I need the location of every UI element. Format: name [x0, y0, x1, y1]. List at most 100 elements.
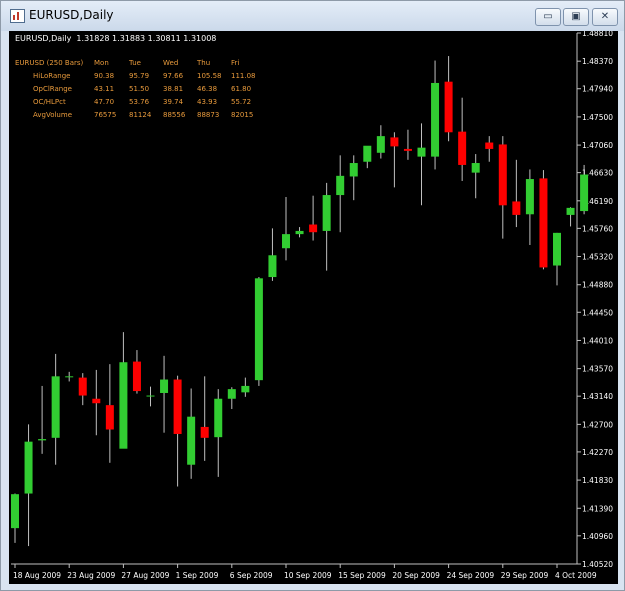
candle [78, 373, 87, 406]
candle [160, 355, 169, 433]
candle-body-bull [336, 175, 345, 196]
stats-cell: 38.81 [163, 85, 184, 93]
time-axis: 18 Aug 2009 23 Aug 2009 27 Aug 2009 1 Sep 2… [11, 563, 597, 580]
candle [146, 386, 155, 407]
candle-body-bull [431, 82, 440, 157]
candle-body-bull [38, 439, 47, 441]
candle [92, 369, 101, 436]
stats-cell: 39.74 [163, 98, 184, 106]
price-tick-label: 1.42270 [582, 448, 613, 457]
candle [132, 350, 141, 394]
candle-body-bear [498, 144, 507, 206]
stats-row-label: OpClRange [33, 85, 72, 93]
minimize-button[interactable]: ▭ [535, 8, 561, 26]
candle-body-bear [173, 379, 182, 434]
stats-cell: 61.80 [231, 85, 252, 93]
candle [431, 60, 440, 170]
candle-body-bull [525, 179, 534, 215]
price-tick-label: 1.43570 [582, 365, 613, 374]
price-tick-label: 1.45320 [582, 253, 613, 262]
stats-cell: 97.66 [163, 72, 184, 80]
price-tick-label: 1.40960 [582, 532, 613, 541]
stats-cell: 95.79 [129, 72, 150, 80]
time-tick-label: 23 Aug 2009 [67, 571, 115, 580]
candle [444, 56, 453, 142]
candle-body-bear [105, 405, 114, 430]
candle-body-bull [417, 147, 426, 157]
chart-window: EURUSD,Daily ▭ ▣ ✕ 1.48810 1.48370 1.47940… [0, 0, 625, 591]
price-axis: 1.488101.483701.479401.475001.470601.466… [576, 31, 613, 569]
candle-body-bear [200, 426, 209, 438]
candle-body-bear [403, 148, 412, 151]
stats-cell: 43.11 [94, 85, 115, 93]
candle-body-bull [282, 234, 290, 249]
candle [241, 377, 250, 397]
stats-col-wed: Wed [163, 59, 179, 67]
maximize-button[interactable]: ▣ [563, 8, 589, 26]
price-tick-label: 1.44880 [582, 281, 613, 290]
time-tick-label: 6 Sep 2009 [230, 571, 273, 580]
candle-body-bear [92, 398, 101, 404]
close-button[interactable]: ✕ [592, 8, 618, 26]
candle [119, 332, 128, 449]
price-chart[interactable]: 1.48810 1.48370 1.47940 1.47500 1.47060 1.466… [9, 31, 618, 584]
stats-cell: 88556 [163, 111, 186, 119]
stats-cell: 43.93 [197, 98, 218, 106]
candle [458, 97, 467, 181]
candle [512, 159, 521, 228]
candle [227, 387, 236, 409]
candle [282, 196, 290, 261]
stats-cell: 46.38 [197, 85, 218, 93]
candle-body-bull [227, 389, 236, 399]
candle-body-bull [553, 232, 561, 266]
candle-body-bear [458, 131, 467, 165]
window-title: EURUSD,Daily [29, 8, 114, 22]
price-tick-label: 1.47060 [582, 141, 613, 150]
price-tick-label: 1.44010 [582, 336, 613, 345]
time-tick-label: 10 Sep 2009 [284, 571, 332, 580]
candle [24, 424, 33, 547]
time-tick-label: 24 Sep 2009 [447, 571, 495, 580]
candle-body-bull [11, 494, 19, 529]
price-tick-label: 1.47940 [582, 85, 613, 94]
stats-cell: 53.76 [129, 98, 150, 106]
candle [65, 371, 74, 382]
stats-cell: 90.38 [94, 72, 115, 80]
candle-body-bull [160, 379, 169, 393]
chart-app-icon [10, 9, 25, 23]
title-bar[interactable]: EURUSD,Daily ▭ ▣ ✕ [1, 1, 624, 31]
candle-body-bull [471, 163, 480, 173]
price-tick-label: 1.43140 [582, 392, 613, 401]
candle-body-bull [363, 145, 372, 162]
candle-body-bull [349, 163, 358, 177]
stats-cell: 51.50 [129, 85, 150, 93]
candle [485, 136, 494, 162]
candle-body-bull [254, 278, 263, 381]
stats-cell: 81124 [129, 111, 152, 119]
candle-body-bear [309, 224, 318, 233]
candle-body-bull [268, 255, 277, 278]
candle-body-bull [322, 195, 331, 231]
candle-body-bear [485, 142, 494, 149]
price-tick-label: 1.40520 [582, 560, 613, 569]
candle-body-bear [512, 201, 521, 215]
candle [51, 353, 60, 465]
price-tick-label: 1.44450 [582, 308, 613, 317]
time-tick-label: 4 Oct 2009 [555, 571, 597, 580]
candle [295, 227, 304, 238]
price-tick-label: 1.41390 [582, 504, 613, 513]
time-tick-label: 1 Sep 2009 [176, 571, 219, 580]
candle [403, 129, 412, 160]
candle [200, 376, 209, 461]
time-tick-label: 18 Aug 2009 [13, 571, 61, 580]
candle-body-bull [146, 395, 155, 397]
time-tick-label: 29 Sep 2009 [501, 571, 549, 580]
candle [539, 170, 548, 270]
candle-body-bull [51, 376, 60, 438]
candle [214, 389, 223, 477]
time-tick-label: 27 Aug 2009 [121, 571, 169, 580]
candle [38, 385, 47, 454]
candle [187, 388, 196, 479]
stats-row-label: AvgVolume [33, 111, 72, 119]
stats-cell: 82015 [231, 111, 254, 119]
